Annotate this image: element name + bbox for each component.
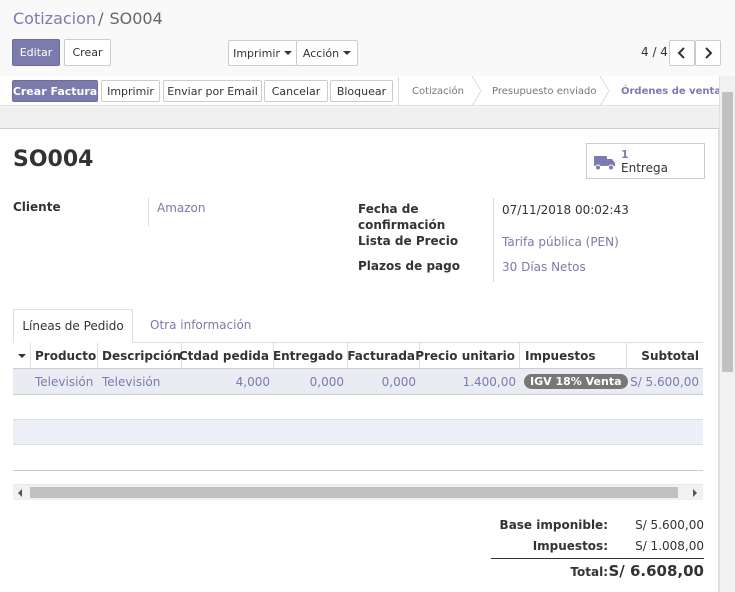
tab-order-lines[interactable]: Líneas de Pedido (13, 309, 133, 343)
column-header-taxes[interactable]: Impuestos (520, 343, 627, 369)
column-header-subtotal[interactable]: Subtotal (627, 343, 703, 369)
breadcrumb-separator: / (98, 9, 104, 28)
tax-badge: IGV 18% Venta (524, 374, 628, 389)
truck-icon (594, 156, 615, 171)
stage-quotation[interactable]: Cotización (412, 76, 464, 106)
pricelist-field[interactable]: Tarifa pública (PEN) (502, 235, 619, 249)
delivery-smart-button[interactable]: 1 Entrega (586, 143, 705, 179)
base-amount-label: Base imponible: (499, 518, 608, 532)
scroll-right-arrow-icon[interactable] (690, 487, 700, 501)
cell-product[interactable]: Televisión (35, 369, 93, 394)
stage-arrow-icon (600, 76, 610, 106)
taxes-amount-value: S/ 1.008,00 (635, 539, 704, 553)
stage-sales-order[interactable]: Órdenes de venta (621, 76, 721, 106)
print-button[interactable]: Imprimir (101, 80, 160, 102)
confirmation-date-value: 07/11/2018 00:02:43 (502, 203, 629, 217)
send-email-button[interactable]: Enviar por Email (163, 80, 262, 102)
field-divider (493, 198, 494, 282)
total-amount-value: S/ 6.608,00 (608, 562, 704, 580)
confirmation-date-label-line1: Fecha de (358, 202, 419, 216)
print-dropdown-label: Imprimir (233, 46, 280, 60)
tab-other-info[interactable]: Otra información (150, 318, 251, 332)
pager-previous-button[interactable] (669, 40, 695, 66)
column-header-qty-ordered[interactable]: Ctdad pedida (179, 343, 274, 369)
delivery-count: 1 (621, 148, 629, 161)
payment-terms-field[interactable]: 30 Días Netos (502, 260, 586, 274)
cell-delivered[interactable]: 0,000 (274, 369, 344, 394)
stage-quotation-sent[interactable]: Presupuesto enviado (492, 76, 597, 106)
confirmation-date-label-line2: confirmación (358, 218, 446, 232)
chevron-left-icon (677, 47, 685, 59)
action-dropdown-label: Acción (302, 46, 340, 60)
print-dropdown-button[interactable]: Imprimir (228, 40, 297, 66)
cell-subtotal: S/ 5.600,00 (630, 374, 699, 389)
breadcrumb: Cotizacion / SO004 (13, 9, 163, 28)
cell-invoiced[interactable]: 0,000 (348, 369, 416, 394)
field-divider (148, 198, 149, 226)
customer-field[interactable]: Amazon (157, 201, 206, 215)
lock-button[interactable]: Bloquear (330, 80, 393, 102)
cell-qty-ordered[interactable]: 4,000 (182, 369, 270, 394)
empty-row[interactable] (13, 419, 703, 445)
caret-down-icon (17, 353, 26, 358)
payment-terms-label: Plazos de pago (358, 259, 460, 273)
pager-next-button[interactable] (695, 40, 721, 66)
cell-description[interactable]: Televisión (102, 369, 160, 394)
column-header-product[interactable]: Producto (31, 343, 98, 369)
horizontal-scroll-thumb[interactable] (30, 487, 678, 498)
column-header-description[interactable]: Descripción (98, 343, 182, 369)
column-header-delivered[interactable]: Entregado (273, 343, 348, 369)
breadcrumb-current: SO004 (109, 9, 163, 28)
chevron-down-icon (283, 51, 292, 55)
base-amount-value: S/ 5.600,00 (635, 518, 704, 532)
breadcrumb-parent-link[interactable]: Cotizacion (13, 9, 96, 28)
stage-arrow-icon (472, 76, 482, 106)
totals-divider (491, 558, 704, 559)
cell-taxes[interactable]: IGV 18% Venta (524, 369, 628, 394)
document-title: SO004 (13, 147, 94, 172)
chevron-right-icon (705, 47, 713, 59)
delivery-label: Entrega (621, 161, 668, 175)
scroll-left-arrow-icon[interactable] (15, 487, 25, 501)
vertical-scroll-thumb[interactable] (722, 92, 733, 372)
sort-handle-header[interactable] (13, 343, 31, 369)
column-header-invoiced[interactable]: Facturada (347, 343, 420, 369)
customer-label: Cliente (13, 200, 61, 214)
column-header-unit-price[interactable]: Precio unitario (415, 343, 520, 369)
cell-unit-price[interactable]: 1.400,00 (420, 369, 516, 394)
table-bottom-border (13, 470, 703, 471)
statusbar-divider (398, 77, 399, 106)
cancel-button[interactable]: Cancelar (264, 80, 328, 102)
pager-value[interactable]: 4 / 4 (641, 45, 668, 59)
total-amount-label: Total: (570, 565, 608, 579)
create-button[interactable]: Crear (64, 39, 111, 66)
taxes-amount-label: Impuestos: (532, 539, 608, 553)
create-invoice-button[interactable]: Crear Factura (12, 80, 98, 102)
pricelist-label: Lista de Precio (358, 234, 459, 248)
chevron-down-icon (343, 51, 352, 55)
action-dropdown-button[interactable]: Acción (296, 40, 358, 66)
edit-button[interactable]: Editar (12, 39, 60, 66)
